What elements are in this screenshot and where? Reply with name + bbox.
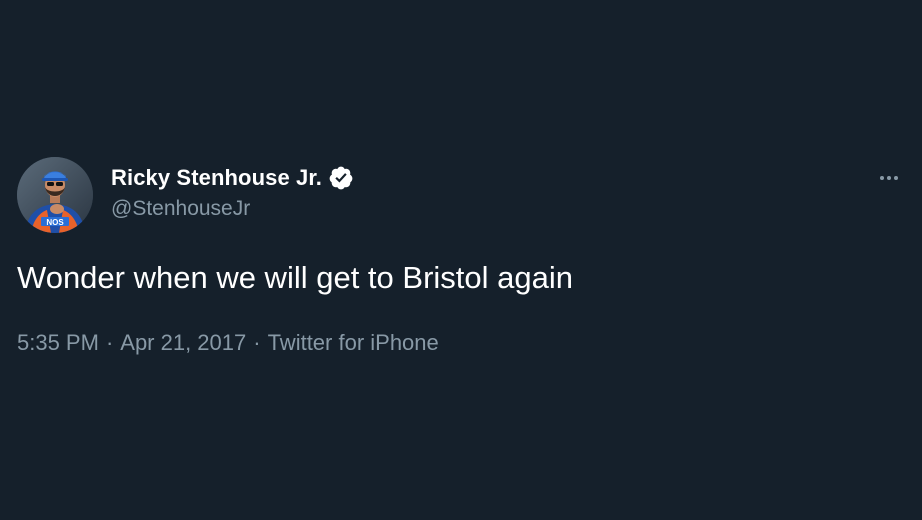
author-handle[interactable]: @StenhouseJr — [111, 197, 250, 221]
meta-separator: · — [253, 330, 261, 355]
racing-driver-avatar-icon: NOS — [17, 157, 93, 233]
tweet-text: Wonder when we will get to Bristol again — [17, 260, 573, 295]
more-options-icon[interactable] — [872, 166, 906, 190]
tweet-card: NOS Ricky Stenhouse Jr. @StenhouseJr Won… — [0, 0, 922, 520]
svg-text:NOS: NOS — [46, 218, 64, 227]
avatar[interactable]: NOS — [17, 157, 93, 233]
tweet-time[interactable]: 5:35 PM — [17, 330, 99, 356]
tweet-meta: 5:35 PM · Apr 21, 2017 · Twitter for iPh… — [17, 330, 439, 356]
author-name-row: Ricky Stenhouse Jr. — [111, 164, 354, 192]
display-name[interactable]: Ricky Stenhouse Jr. — [111, 165, 322, 191]
verified-badge-icon — [328, 165, 354, 191]
meta-separator: · — [105, 330, 114, 355]
tweet-date[interactable]: Apr 21, 2017 — [120, 330, 246, 356]
tweet-source[interactable]: Twitter for iPhone — [268, 330, 439, 356]
